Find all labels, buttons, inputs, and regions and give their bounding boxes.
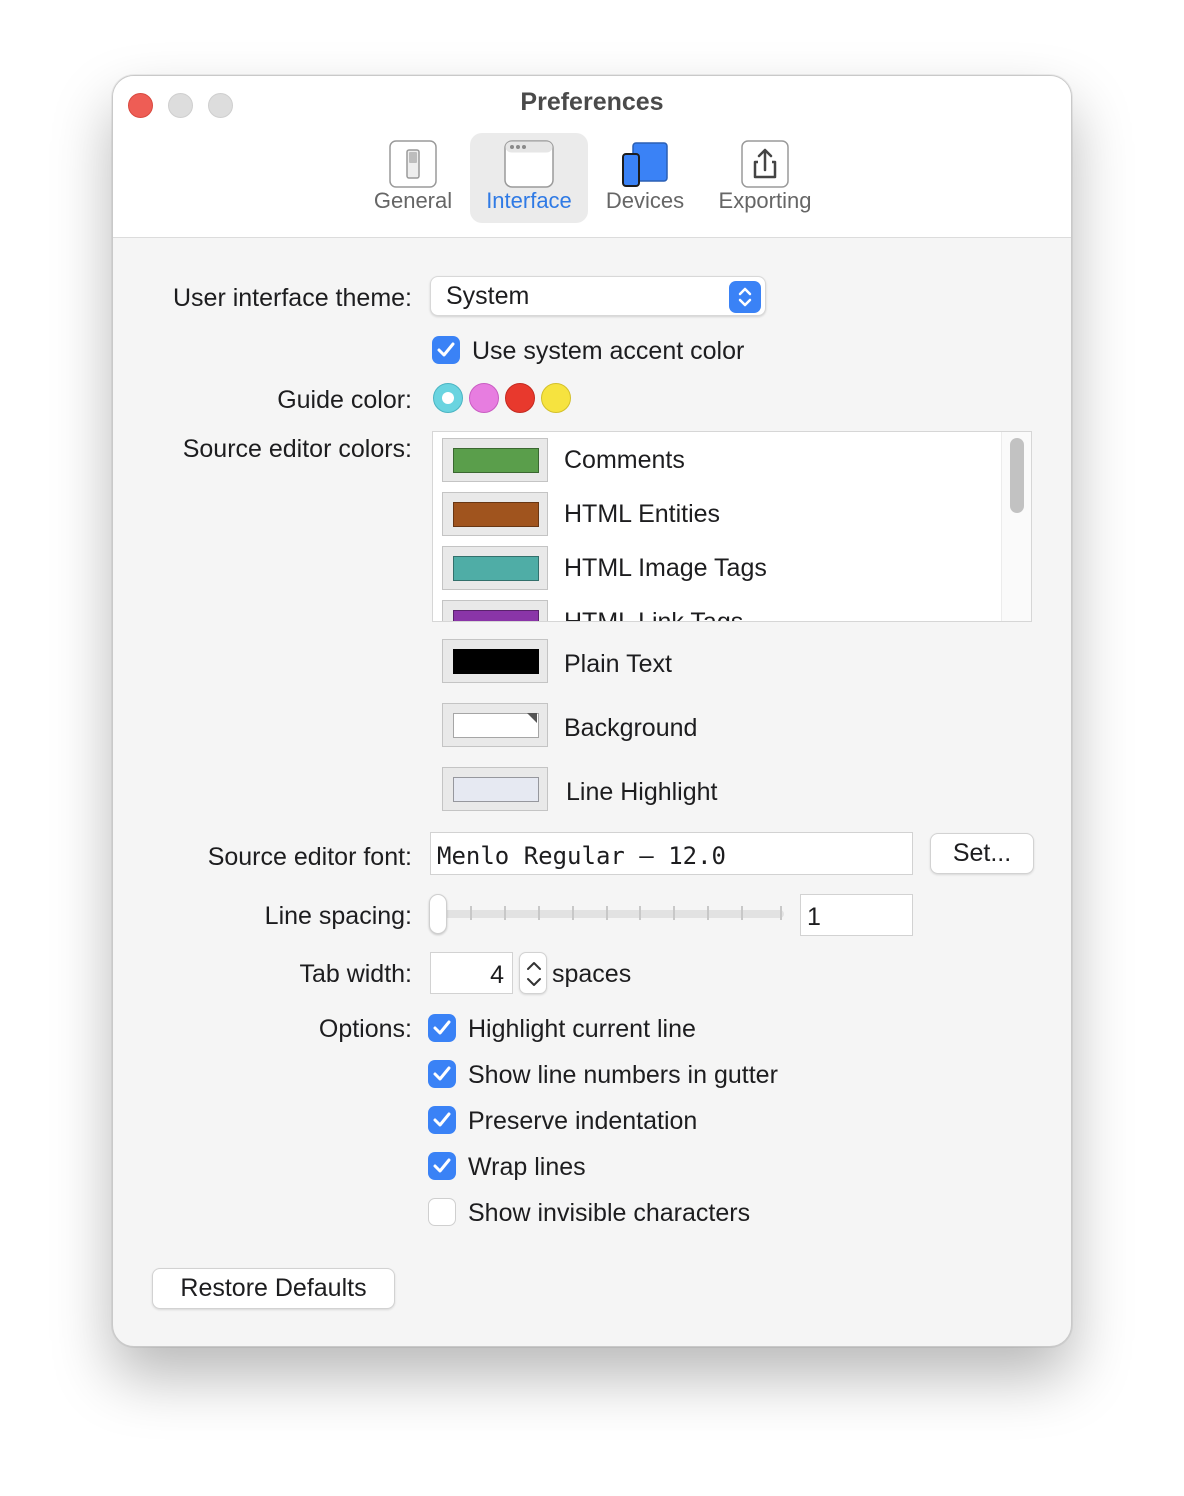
slider-tick xyxy=(606,906,608,920)
source-colors-list[interactable]: Comments HTML Entities HTML Image Tags H… xyxy=(432,431,1032,622)
tab-width-label: Tab width: xyxy=(299,960,412,988)
list-scrollbar[interactable] xyxy=(1001,432,1031,621)
line-spacing-field[interactable]: 1 xyxy=(800,894,913,936)
chevron-down-icon xyxy=(527,978,541,986)
color-well-comments[interactable] xyxy=(442,438,548,482)
theme-popup[interactable]: System xyxy=(430,276,766,316)
guide-color-red[interactable] xyxy=(505,383,535,413)
slider-tick xyxy=(673,906,675,920)
tab-width-unit: spaces xyxy=(552,960,632,988)
list-item: HTML Link Tags xyxy=(564,608,744,622)
tab-devices[interactable]: Devices xyxy=(595,133,695,223)
color-well-html-entities[interactable] xyxy=(442,492,548,536)
tab-width-field[interactable]: 4 xyxy=(430,952,513,994)
theme-label: User interface theme: xyxy=(173,284,412,312)
line-spacing-label: Line spacing: xyxy=(264,902,412,930)
tab-devices-label: Devices xyxy=(605,188,685,213)
color-well-background[interactable] xyxy=(442,703,548,747)
color-well-plain-text[interactable] xyxy=(442,639,548,683)
highlight-line-checkbox[interactable] xyxy=(428,1014,456,1042)
chevron-up-icon xyxy=(527,962,541,970)
set-font-button[interactable]: Set... xyxy=(930,833,1034,874)
restore-defaults-button[interactable]: Restore Defaults xyxy=(152,1268,395,1309)
plain-text-label: Plain Text xyxy=(564,650,672,678)
window-icon xyxy=(504,140,554,188)
tab-interface[interactable]: Interface xyxy=(470,133,588,223)
preferences-window: Preferences General Interface Devices Ex… xyxy=(112,75,1072,1347)
highlight-line-label: Highlight current line xyxy=(468,1015,696,1043)
color-well-html-link-tags[interactable] xyxy=(442,600,548,621)
slider-tick xyxy=(639,906,641,920)
titlebar: Preferences General Interface Devices Ex… xyxy=(113,76,1071,238)
switch-icon xyxy=(389,140,437,188)
scrollbar-thumb[interactable] xyxy=(1010,438,1024,513)
font-field[interactable]: Menlo Regular – 12.0 xyxy=(430,832,913,875)
invisible-chars-checkbox[interactable] xyxy=(428,1198,456,1226)
slider-knob[interactable] xyxy=(429,894,447,934)
tab-general[interactable]: General xyxy=(363,133,463,223)
guide-color-pink[interactable] xyxy=(469,383,499,413)
options-label: Options: xyxy=(318,1015,412,1043)
source-colors-label: Source editor colors: xyxy=(182,435,412,463)
preserve-indentation-label: Preserve indentation xyxy=(468,1107,698,1135)
wrap-lines-checkbox[interactable] xyxy=(428,1152,456,1180)
tab-exporting-label: Exporting xyxy=(718,188,812,213)
line-numbers-label: Show line numbers in gutter xyxy=(468,1061,778,1089)
tab-width-stepper[interactable] xyxy=(519,952,547,994)
theme-value: System xyxy=(446,282,530,310)
tab-exporting[interactable]: Exporting xyxy=(709,133,821,223)
guide-color-label: Guide color: xyxy=(277,386,412,414)
devices-icon xyxy=(622,142,668,187)
guide-color-cyan[interactable] xyxy=(433,383,463,413)
slider-tick xyxy=(470,906,472,920)
checkmark-icon xyxy=(433,1158,451,1173)
checkmark-icon xyxy=(437,342,455,357)
wrap-lines-label: Wrap lines xyxy=(468,1153,586,1181)
line-numbers-checkbox[interactable] xyxy=(428,1060,456,1088)
chevron-updown-icon xyxy=(729,281,761,313)
slider-tick xyxy=(572,906,574,920)
color-well-html-image-tags[interactable] xyxy=(442,546,548,590)
line-spacing-slider[interactable] xyxy=(432,910,784,918)
background-label: Background xyxy=(564,714,698,742)
font-value: Menlo Regular – 12.0 xyxy=(437,842,726,870)
tab-width-value: 4 xyxy=(490,961,504,989)
invisible-chars-label: Show invisible characters xyxy=(468,1199,751,1227)
slider-tick xyxy=(780,906,782,920)
line-spacing-value: 1 xyxy=(807,903,821,931)
checkmark-icon xyxy=(433,1020,451,1035)
checkmark-icon xyxy=(433,1112,451,1127)
list-item: HTML Image Tags xyxy=(564,554,767,582)
slider-tick xyxy=(538,906,540,920)
preserve-indentation-checkbox[interactable] xyxy=(428,1106,456,1134)
tab-interface-label: Interface xyxy=(486,188,572,213)
font-label: Source editor font: xyxy=(207,843,412,871)
guide-color-yellow[interactable] xyxy=(541,383,571,413)
accent-label: Use system accent color xyxy=(472,337,745,365)
tab-general-label: General xyxy=(373,188,453,213)
list-item: Comments xyxy=(564,446,685,474)
slider-tick xyxy=(504,906,506,920)
color-well-line-highlight[interactable] xyxy=(442,767,548,811)
slider-tick xyxy=(707,906,709,920)
accent-checkbox[interactable] xyxy=(432,336,460,364)
line-highlight-label: Line Highlight xyxy=(566,778,718,806)
checkmark-icon xyxy=(433,1066,451,1081)
list-item: HTML Entities xyxy=(564,500,721,528)
share-icon xyxy=(741,140,789,188)
slider-tick xyxy=(741,906,743,920)
window-title: Preferences xyxy=(520,88,664,116)
